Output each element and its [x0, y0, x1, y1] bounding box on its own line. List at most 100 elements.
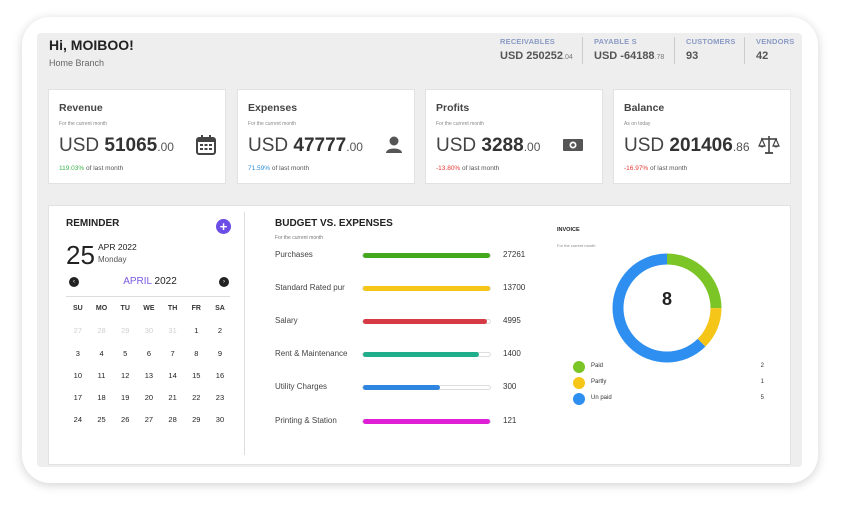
- budget-row[interactable]: Utility Charges 300: [275, 382, 555, 396]
- legend-dot: [573, 361, 585, 373]
- card-title: Balance: [624, 102, 665, 114]
- calendar-day[interactable]: 7: [161, 348, 185, 370]
- invoice-legend-item[interactable]: Paid 2: [573, 361, 768, 373]
- calendar-day[interactable]: 23: [208, 392, 232, 414]
- next-month-button[interactable]: ›: [219, 277, 229, 287]
- calendar-day[interactable]: 4: [90, 348, 114, 370]
- invoice-legend-item[interactable]: Partly 1: [573, 377, 768, 389]
- calendar-day[interactable]: 14: [161, 370, 185, 392]
- stat-customers[interactable]: CUSTOMERS 93: [686, 37, 736, 67]
- calendar-day[interactable]: 11: [90, 370, 114, 392]
- budget-bar-track: [362, 419, 491, 424]
- invoice-title: INVOICE: [557, 227, 580, 233]
- stat-label: CUSTOMERS: [686, 37, 736, 46]
- card-amount: USD 3288.00: [436, 135, 541, 156]
- calendar-day[interactable]: 21: [161, 392, 185, 414]
- card-revenue[interactable]: Revenue For the current month USD 51065.…: [48, 89, 226, 184]
- calendar-day[interactable]: 31: [161, 325, 185, 347]
- calendar-day[interactable]: 18: [90, 392, 114, 414]
- budget-bar-track: [362, 319, 491, 324]
- calendar-day[interactable]: 15: [184, 370, 208, 392]
- selected-weekday: Monday: [98, 255, 127, 264]
- budget-row[interactable]: Purchases 27261: [275, 250, 555, 264]
- calendar-day[interactable]: 24: [66, 414, 90, 436]
- user-icon: [386, 136, 402, 153]
- stat-receivables[interactable]: RECEIVABLES USD 250252.04: [500, 37, 573, 67]
- calendar-week: 24 25 26 27 28 29 30: [66, 414, 232, 436]
- legend-value: 2: [760, 363, 764, 369]
- stat-label: PAYABLE S: [594, 37, 637, 46]
- budget-bar-track: [362, 286, 491, 291]
- legend-dot: [573, 393, 585, 405]
- budget-item-value: 1400: [503, 349, 521, 358]
- budget-bar-fill: [363, 352, 479, 357]
- calendar-day[interactable]: 17: [66, 392, 90, 414]
- card-expenses[interactable]: Expenses For the current month USD 47777…: [237, 89, 415, 184]
- calendar-icon: [196, 135, 216, 155]
- legend-value: 1: [760, 379, 764, 385]
- calendar-day[interactable]: 22: [184, 392, 208, 414]
- selected-day: 25: [66, 240, 95, 270]
- weekday-label: MO: [95, 305, 108, 312]
- budget-row[interactable]: Printing & Station 121: [275, 416, 555, 430]
- budget-item-name: Standard Rated pur: [275, 283, 345, 292]
- calendar-day[interactable]: 28: [90, 325, 114, 347]
- stat-value: 42: [756, 50, 769, 62]
- calendar-day[interactable]: 26: [113, 414, 137, 436]
- calendar-day[interactable]: 19: [113, 392, 137, 414]
- card-subtitle: As on today: [624, 121, 651, 127]
- calendar-day[interactable]: 6: [137, 348, 161, 370]
- stat-value: 93: [686, 50, 699, 62]
- budget-item-value: 300: [503, 382, 517, 391]
- budget-item-name: Utility Charges: [275, 382, 328, 391]
- calendar-week: 10 11 12 13 14 15 16: [66, 370, 232, 392]
- stat-payables[interactable]: PAYABLE S USD -64188.78: [594, 37, 664, 67]
- calendar-day[interactable]: 20: [137, 392, 161, 414]
- budget-row[interactable]: Salary 4995: [275, 316, 555, 330]
- calendar-day[interactable]: 30: [208, 414, 232, 436]
- panel-divider: [244, 212, 245, 455]
- budget-item-value: 121: [503, 416, 517, 425]
- card-profits[interactable]: Profits For the current month USD 3288.0…: [425, 89, 603, 184]
- prev-month-button[interactable]: ‹: [69, 277, 79, 287]
- calendar-weekday-header: SU MO TU WE TH FR SA: [66, 303, 232, 325]
- budget-bar-track: [362, 352, 491, 357]
- calendar-day[interactable]: 28: [161, 414, 185, 436]
- card-change: 119.03% of last month: [59, 165, 124, 172]
- calendar-day[interactable]: 9: [208, 348, 232, 370]
- calendar-day[interactable]: 27: [137, 414, 161, 436]
- calendar-day[interactable]: 27: [66, 325, 90, 347]
- card-change: -13.80% of last month: [436, 165, 500, 172]
- calendar-week: 27 28 29 30 31 1 2: [66, 325, 232, 347]
- budget-row[interactable]: Standard Rated pur 13700: [275, 283, 555, 297]
- calendar-day[interactable]: 3: [66, 348, 90, 370]
- card-change: 71.59% of last month: [248, 165, 310, 172]
- budget-item-value: 4995: [503, 316, 521, 325]
- calendar-day[interactable]: 10: [66, 370, 90, 392]
- calendar-day[interactable]: 5: [113, 348, 137, 370]
- calendar-day[interactable]: 8: [184, 348, 208, 370]
- budget-row[interactable]: Rent & Maintenance 1400: [275, 349, 555, 363]
- calendar-day[interactable]: 29: [113, 325, 137, 347]
- calendar-day[interactable]: 25: [90, 414, 114, 436]
- budget-bar-fill: [363, 253, 490, 258]
- card-balance[interactable]: Balance As on today USD 201406.86 -16.97…: [613, 89, 791, 184]
- calendar-day[interactable]: 1: [184, 325, 208, 347]
- card-amount: USD 51065.00: [59, 135, 174, 156]
- calendar-day[interactable]: 16: [208, 370, 232, 392]
- calendar-day[interactable]: 29: [184, 414, 208, 436]
- reminder-title: REMINDER: [66, 218, 120, 229]
- stat-label: VENDORS: [756, 37, 795, 46]
- calendar-day[interactable]: 13: [137, 370, 161, 392]
- calendar-day[interactable]: 12: [113, 370, 137, 392]
- calendar-day[interactable]: 2: [208, 325, 232, 347]
- invoice-subtitle: For the current month: [557, 243, 596, 248]
- stat-vendors[interactable]: VENDORS 42: [756, 37, 795, 67]
- add-reminder-button[interactable]: +: [216, 219, 231, 234]
- scale-icon: [758, 136, 780, 154]
- legend-value: 5: [760, 395, 764, 401]
- card-title: Expenses: [248, 102, 298, 114]
- calendar-grid: SU MO TU WE TH FR SA 27 28 29 30 31 1 2 …: [66, 303, 232, 437]
- invoice-legend-item[interactable]: Un paid 5: [573, 393, 768, 405]
- calendar-day[interactable]: 30: [137, 325, 161, 347]
